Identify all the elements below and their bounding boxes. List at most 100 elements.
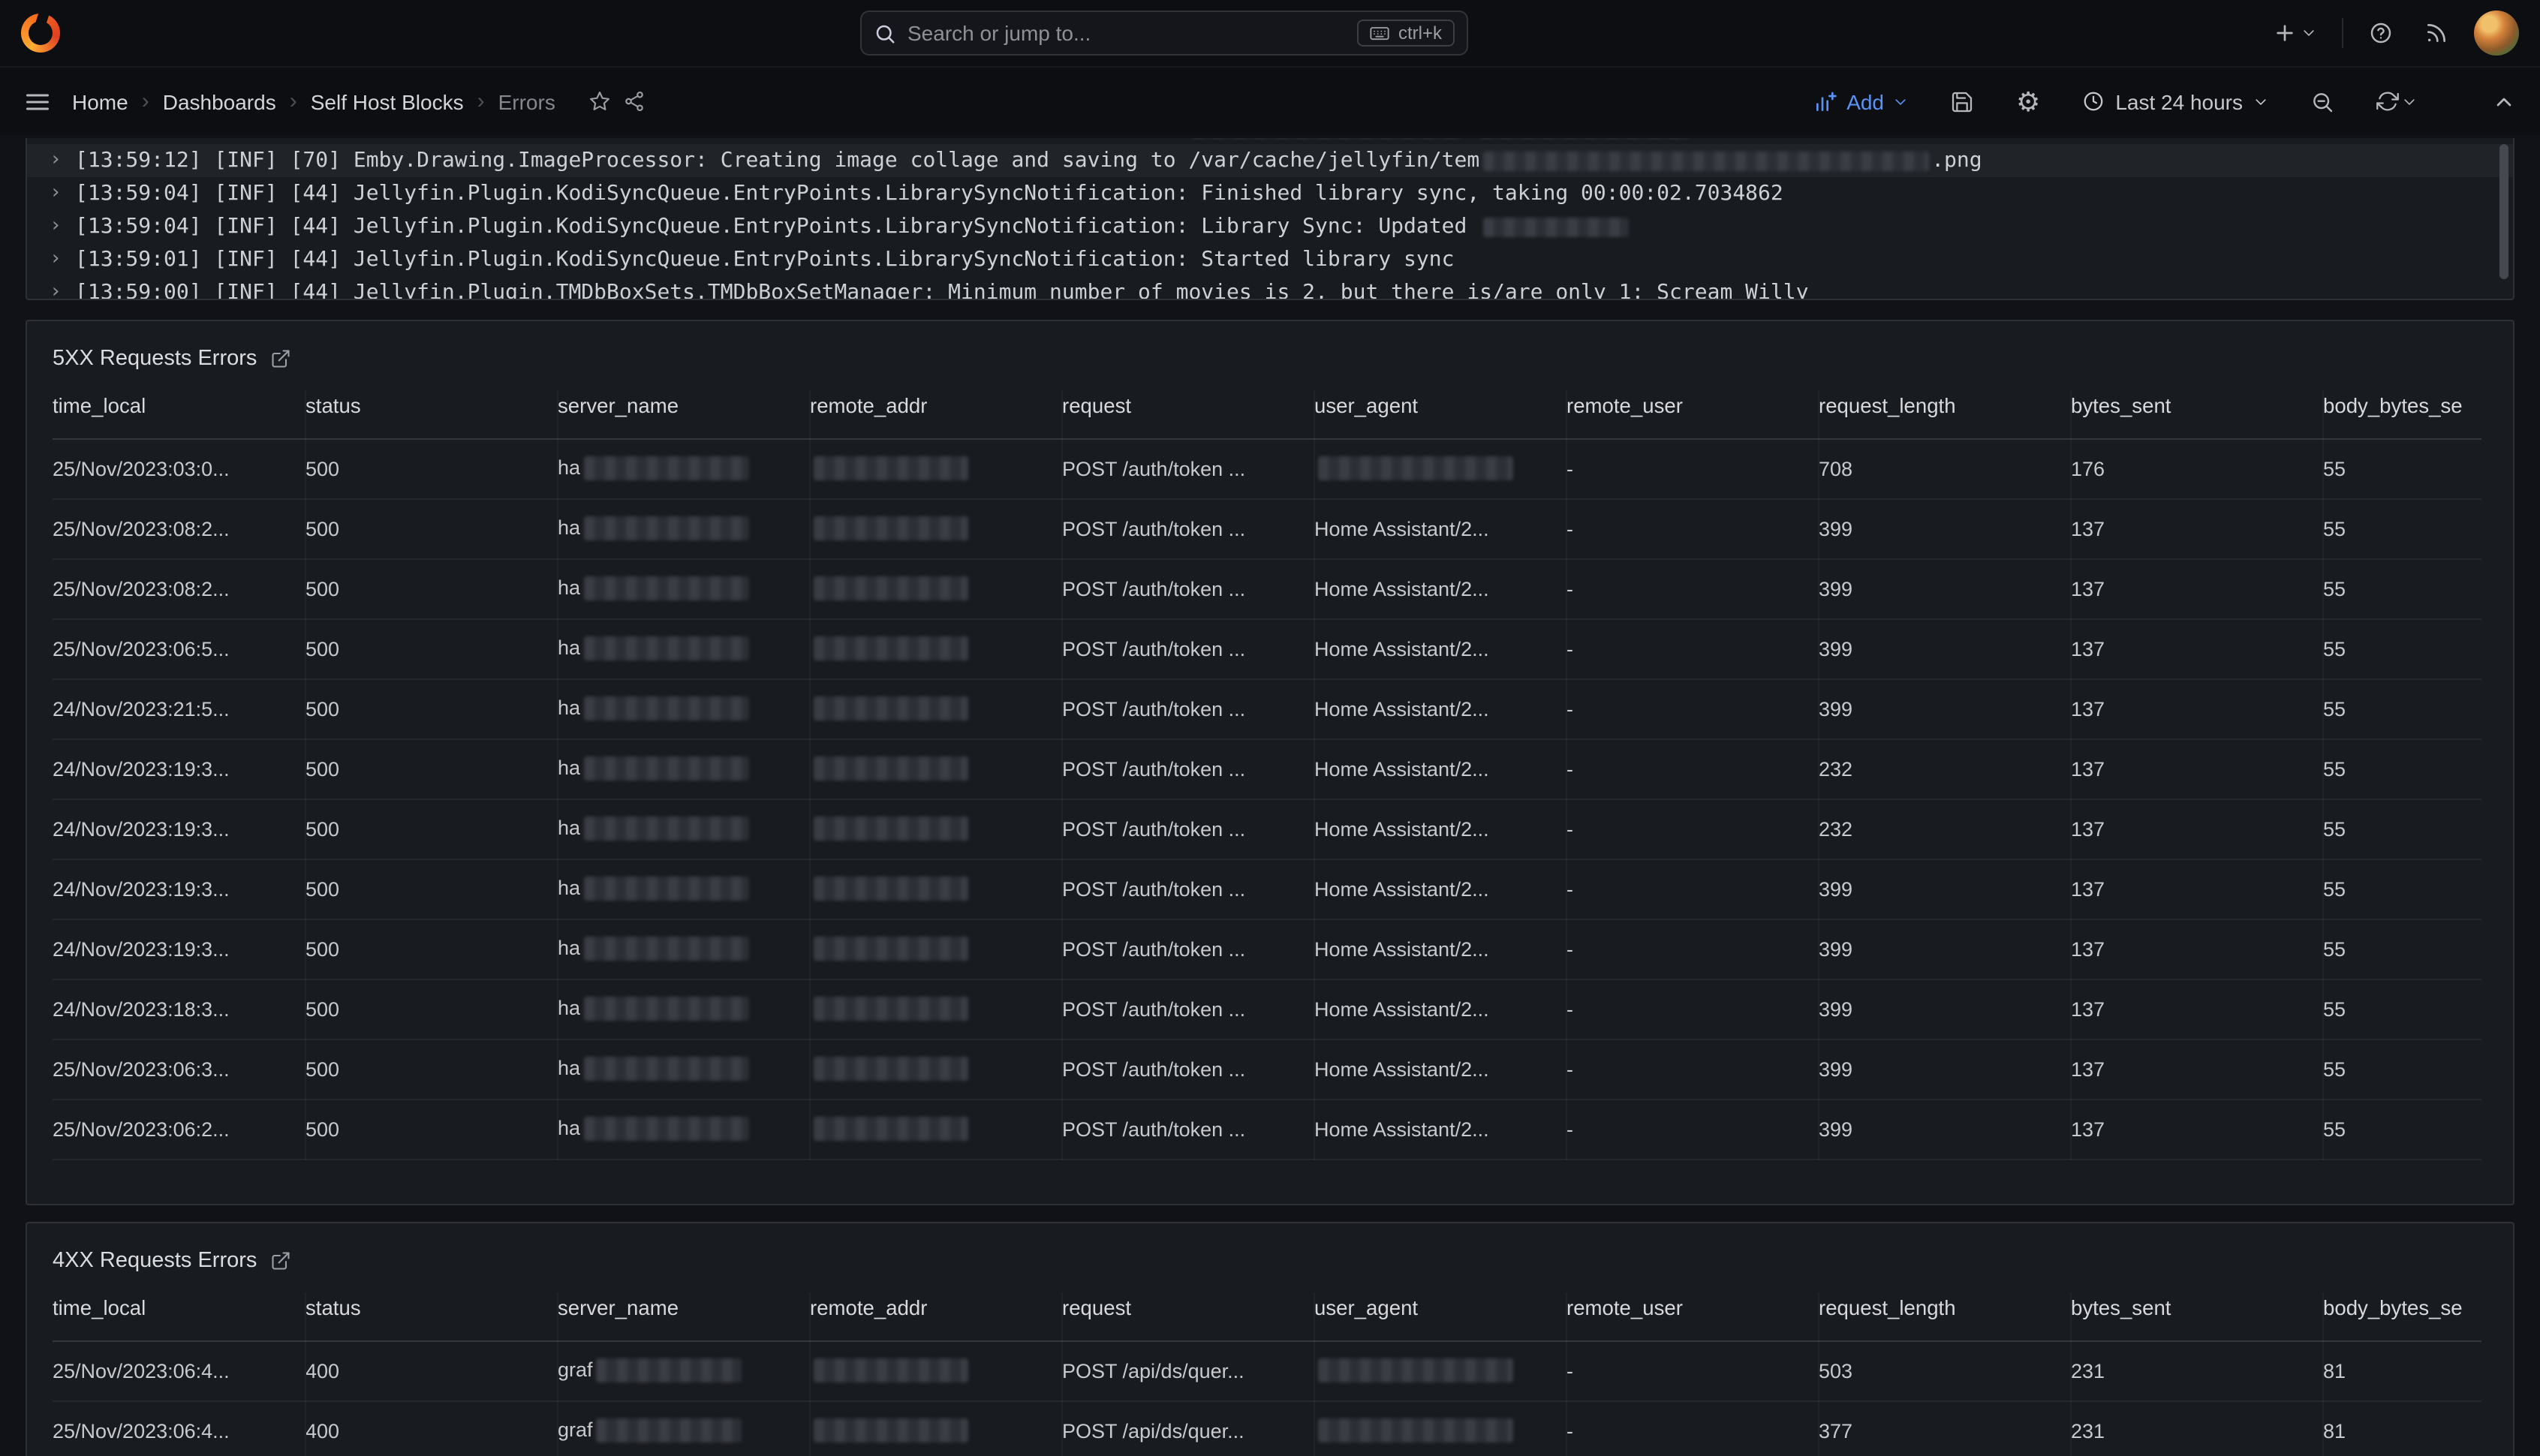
save-dashboard-button[interactable] bbox=[1944, 83, 1980, 119]
column-header-remote_user[interactable]: remote_user bbox=[1566, 390, 1818, 438]
cell-text: 55 bbox=[2323, 1057, 2346, 1080]
column-header-status[interactable]: status bbox=[305, 1292, 557, 1340]
cell-text: 137 bbox=[2071, 1118, 2105, 1140]
log-row[interactable]: ›[13:59:00] [INF] [44] Jellyfin.Plugin.T… bbox=[27, 276, 2513, 300]
cell-text: 137 bbox=[2071, 997, 2105, 1020]
panel-title[interactable]: 5XX Requests Errors bbox=[53, 347, 257, 371]
column-header-request[interactable]: request bbox=[1061, 1292, 1314, 1340]
news-button[interactable] bbox=[2418, 15, 2454, 51]
cell-text: POST /auth/token ... bbox=[1062, 637, 1245, 660]
table-cell: - bbox=[1566, 558, 1818, 618]
cell-text: 55 bbox=[2323, 997, 2346, 1020]
collapse-toolbar-button[interactable] bbox=[2486, 83, 2522, 119]
expand-chevron-icon[interactable]: › bbox=[36, 144, 75, 177]
redacted-block bbox=[813, 997, 968, 1021]
log-row[interactable]: ›[13:59:12] [INF] [70] Emby.Drawing.Imag… bbox=[27, 138, 2513, 144]
cell-text: [13:59:12] [INF] [70] Emby.Drawing.Image… bbox=[75, 149, 1479, 173]
expand-chevron-icon[interactable]: › bbox=[36, 276, 75, 300]
column-header-user_agent[interactable]: user_agent bbox=[1314, 390, 1566, 438]
time-range-label: Last 24 hours bbox=[2115, 89, 2243, 113]
search-input[interactable]: Search or jump to... ctrl+k bbox=[859, 11, 1467, 56]
expand-chevron-icon[interactable]: › bbox=[36, 177, 75, 210]
help-button[interactable] bbox=[2363, 15, 2399, 51]
column-header-remote_user[interactable]: remote_user bbox=[1566, 1292, 1818, 1340]
new-menu-button[interactable] bbox=[2267, 15, 2322, 51]
cell-text: - bbox=[1566, 457, 1573, 480]
table-cell: 500 bbox=[305, 739, 557, 799]
table-cell: 137 bbox=[2070, 979, 2322, 1039]
table-cell: 55 bbox=[2322, 618, 2481, 678]
grafana-logo-icon[interactable] bbox=[21, 14, 60, 53]
cell-text: 24/Nov/2023:18:3... bbox=[53, 997, 230, 1020]
chevron-up-icon bbox=[2492, 89, 2516, 113]
log-row[interactable]: ›[13:59:04] [INF] [44] Jellyfin.Plugin.K… bbox=[27, 210, 2513, 243]
column-header-request_length[interactable]: request_length bbox=[1818, 1292, 2070, 1340]
column-header-bytes_sent[interactable]: bytes_sent bbox=[2070, 390, 2322, 438]
refresh-icon bbox=[2376, 90, 2399, 113]
expand-chevron-icon[interactable]: › bbox=[36, 243, 75, 276]
zoom-out-icon bbox=[2310, 89, 2334, 113]
table-cell: ha bbox=[557, 678, 809, 739]
redacted-block bbox=[1317, 1358, 1512, 1382]
external-link-icon[interactable] bbox=[270, 1250, 291, 1271]
share-button[interactable] bbox=[617, 84, 652, 119]
dashboard-canvas: ›[13:59:12] [INF] [70] Emby.Drawing.Imag… bbox=[0, 138, 2540, 1456]
column-header-remote_addr[interactable]: remote_addr bbox=[809, 390, 1061, 438]
log-row[interactable]: ›[13:59:01] [INF] [44] Jellyfin.Plugin.K… bbox=[27, 243, 2513, 276]
external-link-icon[interactable] bbox=[270, 348, 291, 369]
cell-text: 137 bbox=[2071, 877, 2105, 900]
log-row[interactable]: ›[13:59:12] [INF] [70] Emby.Drawing.Imag… bbox=[27, 144, 2513, 177]
log-rows: ›[13:59:12] [INF] [70] Emby.Drawing.Imag… bbox=[27, 138, 2513, 300]
table-cell: - bbox=[1566, 919, 1818, 979]
column-header-body_bytes_se[interactable]: body_bytes_se bbox=[2322, 390, 2481, 438]
breadcrumb-separator: › bbox=[142, 89, 149, 114]
refresh-button[interactable] bbox=[2370, 84, 2423, 119]
log-row[interactable]: ›[13:59:04] [INF] [44] Jellyfin.Plugin.K… bbox=[27, 177, 2513, 210]
panel-title[interactable]: 4XX Requests Errors bbox=[53, 1249, 257, 1273]
column-header-status[interactable]: status bbox=[305, 390, 557, 438]
column-header-user_agent[interactable]: user_agent bbox=[1314, 1292, 1566, 1340]
table-cell: 500 bbox=[305, 438, 557, 498]
column-header-request_length[interactable]: request_length bbox=[1818, 390, 2070, 438]
table-cell bbox=[809, 438, 1061, 498]
column-header-server_name[interactable]: server_name bbox=[557, 390, 809, 438]
add-button-label: Add bbox=[1846, 89, 1884, 113]
cell-text: Home Assistant/2... bbox=[1314, 1057, 1489, 1080]
redacted-block bbox=[813, 937, 968, 961]
cell-text: POST /api/ds/quer... bbox=[1062, 1359, 1244, 1382]
table-cell bbox=[809, 558, 1061, 618]
column-header-server_name[interactable]: server_name bbox=[557, 1292, 809, 1340]
cell-text: 137 bbox=[2071, 577, 2105, 600]
table-cell bbox=[809, 919, 1061, 979]
cell-text: 25/Nov/2023:06:3... bbox=[53, 1057, 230, 1080]
column-header-bytes_sent[interactable]: bytes_sent bbox=[2070, 1292, 2322, 1340]
cell-text: - bbox=[1566, 757, 1573, 780]
breadcrumb-self-host-blocks[interactable]: Self Host Blocks bbox=[311, 89, 464, 113]
hamburger-icon bbox=[24, 88, 51, 115]
cell-text: 25/Nov/2023:06:5... bbox=[53, 637, 230, 660]
column-header-remote_addr[interactable]: remote_addr bbox=[809, 1292, 1061, 1340]
zoom-out-time-button[interactable] bbox=[2304, 83, 2340, 119]
table-cell: - bbox=[1566, 1340, 1818, 1400]
expand-chevron-icon[interactable]: › bbox=[36, 138, 75, 144]
table-cell: Home Assistant/2... bbox=[1314, 558, 1566, 618]
column-header-body_bytes_se[interactable]: body_bytes_se bbox=[2322, 1292, 2481, 1340]
column-header-time_local[interactable]: time_local bbox=[53, 1292, 305, 1340]
breadcrumb-home[interactable]: Home bbox=[72, 89, 128, 113]
dashboard-settings-button[interactable]: ⚙ bbox=[2010, 82, 2046, 121]
user-avatar[interactable] bbox=[2474, 11, 2519, 56]
mega-menu-toggle[interactable] bbox=[18, 82, 57, 121]
column-header-time_local[interactable]: time_local bbox=[53, 390, 305, 438]
expand-chevron-icon[interactable]: › bbox=[36, 210, 75, 243]
time-range-picker[interactable]: Last 24 hours bbox=[2076, 83, 2274, 119]
logs-scrollbar[interactable] bbox=[2499, 144, 2508, 279]
table-cell: 176 bbox=[2070, 438, 2322, 498]
favorite-star-button[interactable] bbox=[582, 84, 617, 119]
redacted-block bbox=[813, 817, 968, 841]
add-button[interactable]: Add bbox=[1807, 83, 1914, 119]
cell-text: graf bbox=[558, 1418, 593, 1441]
breadcrumb-dashboards[interactable]: Dashboards bbox=[163, 89, 276, 113]
cell-text: Home Assistant/2... bbox=[1314, 757, 1489, 780]
column-header-request[interactable]: request bbox=[1061, 390, 1314, 438]
cell-text: 55 bbox=[2323, 457, 2346, 480]
